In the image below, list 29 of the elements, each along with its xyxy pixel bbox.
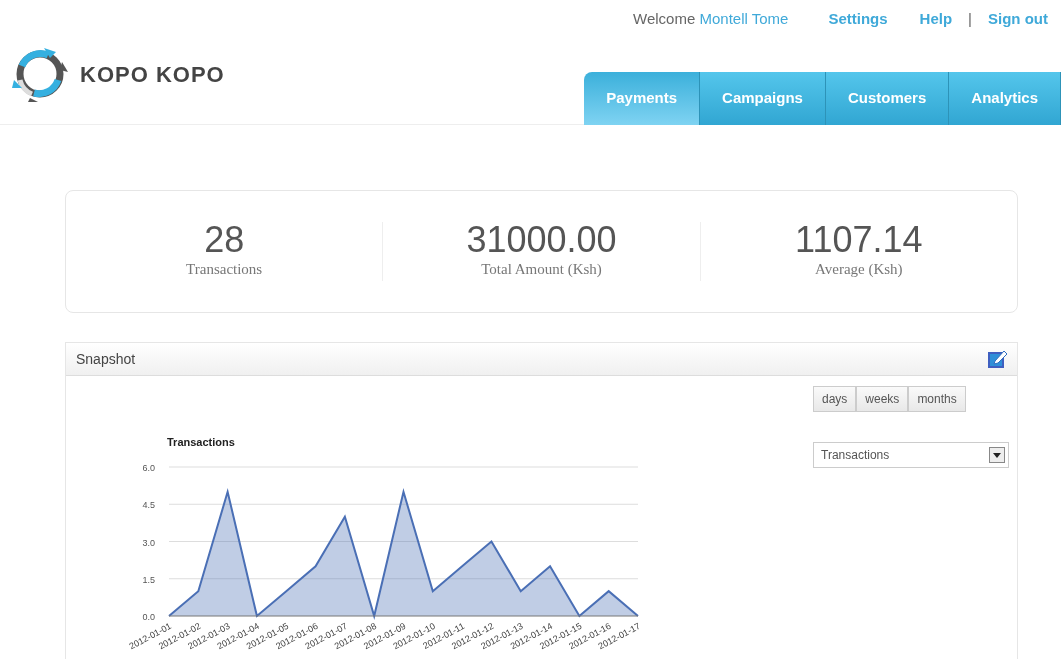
axis-tick-label: 6.0 bbox=[142, 463, 155, 473]
stat-value: 1107.14 bbox=[794, 222, 924, 259]
sign-out-link[interactable]: Sign out bbox=[988, 7, 1048, 31]
period-button[interactable]: days bbox=[813, 386, 857, 412]
axis-tick-label: 1.5 bbox=[142, 574, 155, 585]
stat-value: 31000.00 bbox=[465, 222, 618, 259]
edit-icon[interactable] bbox=[987, 349, 1007, 369]
nav-tab[interactable]: Customers bbox=[825, 72, 950, 125]
separator: | bbox=[968, 8, 972, 29]
user-link[interactable]: Montell Tome bbox=[699, 9, 789, 27]
help-link[interactable]: Help bbox=[919, 7, 953, 31]
stat-label: Average (Ksh) bbox=[814, 260, 904, 280]
axis-tick-label: 0.0 bbox=[142, 612, 155, 622]
logo-text: KOPO KOPO bbox=[80, 60, 225, 89]
settings-link[interactable]: Settings bbox=[828, 7, 888, 31]
axis-tick-label: 4.5 bbox=[142, 500, 155, 511]
panel-title: Snapshot bbox=[76, 349, 136, 369]
stat-label: Total Amount (Ksh) bbox=[480, 260, 603, 280]
nav-tab[interactable]: Analytics bbox=[949, 72, 1061, 125]
stat-value: 28 bbox=[203, 222, 246, 259]
metric-select[interactable]: Transactions bbox=[813, 442, 1009, 468]
nav-tab[interactable]: Campaigns bbox=[700, 72, 826, 125]
nav-tab[interactable]: Payments bbox=[584, 72, 701, 125]
period-button[interactable]: weeks bbox=[856, 386, 909, 412]
stat-label: Transactions bbox=[185, 260, 264, 280]
welcome-text: Welcome Montell Tome bbox=[633, 8, 789, 29]
axis-tick-label: 3.0 bbox=[142, 537, 155, 548]
chart-title: Transactions bbox=[167, 436, 235, 448]
period-button[interactable]: months bbox=[908, 386, 966, 412]
